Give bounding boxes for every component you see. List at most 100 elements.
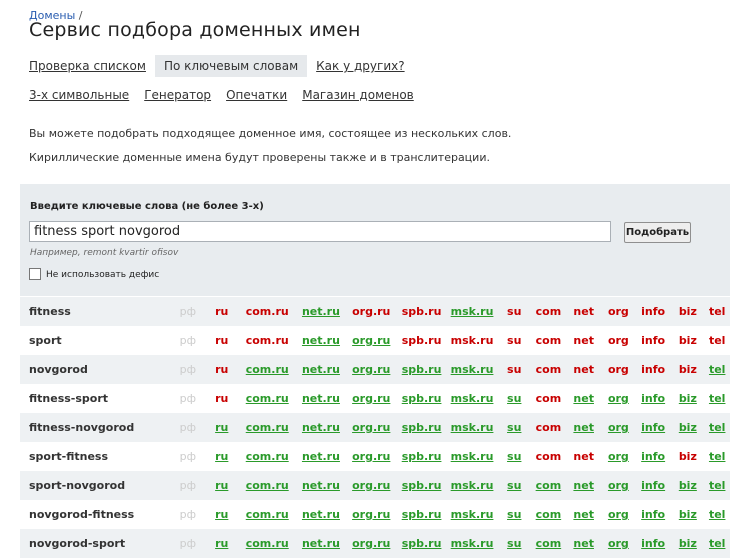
zone-free[interactable]: info (641, 537, 665, 550)
zone-free[interactable]: org.ru (352, 392, 390, 405)
zone-free[interactable]: su (507, 421, 521, 434)
zone-cell: spb.ru (396, 529, 446, 558)
zone-free[interactable]: info (641, 508, 665, 521)
zone-free[interactable]: tel (709, 363, 726, 376)
tab-list-check[interactable]: Проверка списком (20, 55, 155, 77)
keywords-input[interactable] (29, 221, 611, 242)
zone-free[interactable]: msk.ru (451, 305, 494, 318)
zone-free[interactable]: org (608, 537, 629, 550)
zone-free[interactable]: spb.ru (402, 363, 442, 376)
zone-free[interactable]: biz (679, 508, 697, 521)
zone-free[interactable]: msk.ru (451, 363, 494, 376)
zone-free[interactable]: net.ru (302, 392, 340, 405)
zone-free[interactable]: net.ru (302, 363, 340, 376)
zone-free[interactable]: org (608, 421, 629, 434)
zone-free[interactable]: net (573, 392, 594, 405)
zone-free[interactable]: net (573, 537, 594, 550)
zone-free[interactable]: su (507, 392, 521, 405)
zone-free[interactable]: ru (215, 508, 228, 521)
zone-free[interactable]: info (641, 421, 665, 434)
subnav-typos[interactable]: Опечатки (226, 88, 287, 102)
zone-free[interactable]: msk.ru (451, 537, 494, 550)
zone-free[interactable]: net (573, 479, 594, 492)
zone-free[interactable]: info (641, 479, 665, 492)
zone-free[interactable]: com.ru (246, 479, 289, 492)
zone-free[interactable]: net.ru (302, 305, 340, 318)
zone-cell: msk.ru (447, 413, 498, 442)
zone-free[interactable]: net.ru (302, 537, 340, 550)
zone-free[interactable]: org (608, 508, 629, 521)
zone-free[interactable]: org.ru (352, 334, 390, 347)
zone-free[interactable]: org.ru (352, 537, 390, 550)
zone-free[interactable]: net (573, 421, 594, 434)
zone-free[interactable]: org.ru (352, 421, 390, 434)
zone-free[interactable]: net (573, 508, 594, 521)
zone-free[interactable]: com (536, 537, 562, 550)
zone-free[interactable]: msk.ru (451, 421, 494, 434)
zone-free[interactable]: info (641, 392, 665, 405)
zone-free[interactable]: com.ru (246, 392, 289, 405)
zone-free[interactable]: net.ru (302, 450, 340, 463)
zone-free[interactable]: su (507, 537, 521, 550)
zone-free[interactable]: tel (709, 479, 726, 492)
zone-cell: net.ru (296, 471, 346, 500)
zone-cell: org.ru (346, 355, 396, 384)
no-hyphen-checkbox[interactable] (29, 268, 41, 280)
tab-keywords[interactable]: По ключевым словам (154, 55, 308, 77)
zone-free[interactable]: msk.ru (451, 392, 494, 405)
pick-button[interactable]: Подобрать (624, 222, 691, 243)
zone-free[interactable]: tel (709, 421, 726, 434)
zone-free[interactable]: su (507, 479, 521, 492)
zone-free[interactable]: biz (679, 421, 697, 434)
zone-free[interactable]: org.ru (352, 363, 390, 376)
zone-free[interactable]: ru (215, 537, 228, 550)
zone-free[interactable]: tel (709, 508, 726, 521)
zone-free[interactable]: net.ru (302, 334, 340, 347)
zone-free[interactable]: msk.ru (451, 450, 494, 463)
zone-free[interactable]: su (507, 508, 521, 521)
zone-free[interactable]: org.ru (352, 450, 390, 463)
subnav-three-char[interactable]: 3-х символьные (29, 88, 129, 102)
zone-disabled: рф (179, 537, 197, 550)
subnav-domain-shop[interactable]: Магазин доменов (302, 88, 414, 102)
zone-free[interactable]: net.ru (302, 479, 340, 492)
subnav-generator[interactable]: Генератор (144, 88, 211, 102)
zone-free[interactable]: biz (679, 537, 697, 550)
zone-free[interactable]: spb.ru (402, 479, 442, 492)
zone-free[interactable]: spb.ru (402, 421, 442, 434)
zone-free[interactable]: com (536, 479, 562, 492)
zone-free[interactable]: msk.ru (451, 508, 494, 521)
zone-free[interactable]: net.ru (302, 508, 340, 521)
zone-free[interactable]: com.ru (246, 421, 289, 434)
tab-like-others[interactable]: Как у других? (307, 55, 413, 77)
zone-free[interactable]: ru (215, 479, 228, 492)
zone-free[interactable]: net.ru (302, 421, 340, 434)
zone-free[interactable]: su (507, 450, 521, 463)
zone-free[interactable]: com.ru (246, 508, 289, 521)
zone-free[interactable]: org (608, 479, 629, 492)
result-row: fitness рф ru com.ru net.ru org.ru spb.ru msk.r… (20, 297, 730, 326)
zone-free[interactable]: com (536, 508, 562, 521)
zone-free[interactable]: tel (709, 537, 726, 550)
zone-cell: com (531, 326, 565, 355)
zone-free[interactable]: msk.ru (451, 479, 494, 492)
zone-free[interactable]: com.ru (246, 537, 289, 550)
zone-free[interactable]: org (608, 392, 629, 405)
zone-free[interactable]: ru (215, 421, 228, 434)
zone-free[interactable]: ru (215, 450, 228, 463)
zone-free[interactable]: spb.ru (402, 537, 442, 550)
zone-free[interactable]: org (608, 450, 629, 463)
zone-free[interactable]: com.ru (246, 363, 289, 376)
zone-free[interactable]: org.ru (352, 508, 390, 521)
zone-free[interactable]: tel (709, 450, 726, 463)
zone-free[interactable]: spb.ru (402, 450, 442, 463)
zone-free[interactable]: biz (679, 479, 697, 492)
zone-free[interactable]: org.ru (352, 479, 390, 492)
zone-free[interactable]: biz (679, 392, 697, 405)
zone-cell: com (531, 471, 565, 500)
zone-free[interactable]: info (641, 450, 665, 463)
zone-free[interactable]: spb.ru (402, 508, 442, 521)
zone-free[interactable]: tel (709, 392, 726, 405)
zone-free[interactable]: spb.ru (402, 392, 442, 405)
zone-free[interactable]: com.ru (246, 450, 289, 463)
